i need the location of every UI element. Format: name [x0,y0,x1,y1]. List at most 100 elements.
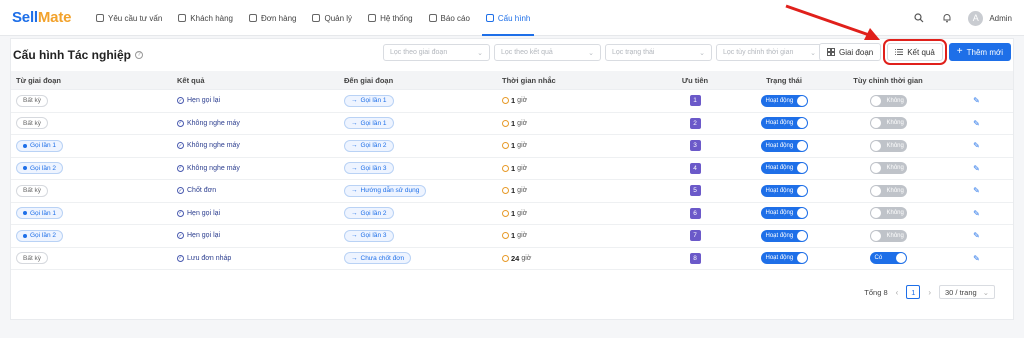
nav-item-5[interactable]: Báo cáo [421,0,478,36]
status-filter-select[interactable]: Lọc trạng thái ⌄ [605,44,712,61]
prev-page-icon[interactable]: ‹ [896,288,899,297]
gear-icon [368,14,377,22]
to-stage-cell: → Hướng dẫn sử dụng [340,180,498,202]
stage-button[interactable]: Giai đoạn [818,43,882,61]
search-icon[interactable] [912,11,926,25]
to-stage-cell: → Gọi lần 2 [340,135,498,157]
status-toggle[interactable]: Hoạt động [760,207,808,220]
to-stage-cell: → Gọi lần 1 [340,90,498,112]
from-stage-cell: Bất kỳ [11,90,173,112]
custom-time-cell: Không [836,113,940,135]
custom-time-toggle[interactable]: Không [869,207,907,220]
status-toggle[interactable]: Hoạt động [760,252,808,265]
edit-icon[interactable]: ✎ [973,96,980,105]
bell-icon[interactable] [940,11,954,25]
stage-filter-select[interactable]: Lọc theo giai đoạn ⌄ [383,44,490,61]
arrow-right-icon: → [351,254,358,262]
from-stage-cell: Gọi lần 1 [11,135,173,157]
page-number[interactable]: 1 [906,285,921,299]
status-toggle[interactable]: Hoạt động [760,229,808,242]
nav-item-6[interactable]: Cấu hình [478,0,538,36]
from-stage-tag: Bất kỳ [16,184,49,197]
from-stage-cell: Gọi lần 2 [11,158,173,180]
reminder-time-cell: 1 giờ [498,225,658,247]
status-toggle[interactable]: Hoạt động [760,162,808,175]
status-toggle[interactable]: Hoạt động [760,117,808,130]
table-row: Bất kỳ ✓ Lưu đơn nháp → Chưa chốt đơn 24 giờ 8 H… [11,248,1013,270]
custom-time-toggle[interactable]: Không [869,94,907,107]
chevron-down-icon: ⌄ [810,49,816,57]
status-cell: Hoạt động [732,135,836,157]
result-cell: ✓ Không nghe máy [173,113,340,135]
nav-item-4[interactable]: Hệ thống [360,0,420,36]
nav-item-3[interactable]: Quản lý [304,0,360,36]
main-nav: Yêu cầu tư vấn Khách hàng Đơn hàng Quản lý H… [88,0,538,36]
app-logo[interactable]: SellMate [12,9,71,26]
chevron-down-icon: ⌄ [699,49,705,57]
custom-time-filter-select[interactable]: Lọc tùy chỉnh thời gian ⌄ [716,44,823,61]
page-size-select[interactable]: 30 / trang ⌄ [939,285,995,299]
status-cell: Hoạt động [732,90,836,112]
nav-item-label: Khách hàng [190,13,233,23]
plus-icon: + [956,46,963,57]
next-page-icon[interactable]: › [928,288,931,297]
nav-item-0[interactable]: Yêu cầu tư vấn [88,0,170,36]
priority-cell: 1 [658,90,732,112]
result-button[interactable]: Kết quả [883,39,947,65]
pagination: Tổng 8 ‹ 1 › 30 / trang ⌄ [864,285,995,299]
arrow-right-icon: → [351,97,358,105]
status-toggle[interactable]: Hoạt động [760,139,808,152]
nav-item-label: Yêu cầu tư vấn [108,13,163,23]
status-cell: Hoạt động [732,113,836,135]
check-circle-icon: ✓ [177,119,184,127]
edit-icon[interactable]: ✎ [973,164,980,173]
custom-time-toggle[interactable]: Không [869,162,907,175]
check-circle-icon: ✓ [177,164,184,172]
priority-badge: 2 [689,117,701,129]
result-cell: ✓ Hẹn gọi lại [173,203,340,225]
nav-item-1[interactable]: Khách hàng [170,0,241,36]
edit-icon[interactable]: ✎ [973,141,980,150]
edit-icon[interactable]: ✎ [973,119,980,128]
user-name[interactable]: Admin [989,14,1012,23]
custom-time-cell: Không [836,225,940,247]
edit-icon[interactable]: ✎ [973,231,980,240]
to-stage-tag: → Gọi lần 2 [344,207,394,220]
actions-cell: ✎ [940,158,1013,180]
table-row: Bất kỳ ✓ Hẹn gọi lại → Gọi lần 1 1 giờ 1 Hoạt độ… [11,90,1013,113]
edit-icon[interactable]: ✎ [973,186,980,195]
reminder-time-cell: 24 giờ [498,248,658,270]
custom-time-toggle[interactable]: Có [869,252,907,265]
chevron-down-icon: ⌄ [982,287,989,297]
to-stage-tag: → Gọi lần 3 [344,162,394,175]
result-cell: ✓ Lưu đơn nháp [173,248,340,270]
column-header: Từ giai đoạn [16,75,62,85]
nav-item-label: Báo cáo [440,13,470,23]
edit-icon[interactable]: ✎ [973,209,980,218]
from-stage-tag: Gọi lần 1 [16,139,64,152]
custom-time-toggle[interactable]: Không [869,184,907,197]
result-cell: ✓ Hẹn gọi lại [173,225,340,247]
edit-icon[interactable]: ✎ [973,254,980,263]
custom-time-toggle[interactable]: Không [869,229,907,242]
status-cell: Hoạt động [732,180,836,202]
avatar[interactable]: A [968,10,984,26]
custom-time-toggle[interactable]: Không [869,117,907,130]
to-stage-cell: → Gọi lần 2 [340,203,498,225]
from-stage-cell: Gọi lần 2 [11,225,173,247]
priority-badge: 4 [689,162,701,174]
result-filter-select[interactable]: Lọc theo kết quả ⌄ [494,44,601,61]
column-header-actions [940,71,1013,89]
add-new-button[interactable]: + Thêm mới [948,43,1011,61]
custom-time-toggle[interactable]: Không [869,139,907,152]
from-stage-tag: Gọi lần 2 [16,162,64,175]
nav-item-2[interactable]: Đơn hàng [241,0,305,36]
status-toggle[interactable]: Hoạt động [760,94,808,107]
check-circle-icon: ✓ [177,142,184,150]
arrow-right-icon: → [351,187,358,195]
reminder-time-cell: 1 giờ [498,135,658,157]
custom-time-cell: Không [836,180,940,202]
help-icon[interactable]: ? [135,51,144,59]
to-stage-tag: → Gọi lần 2 [344,139,394,152]
status-toggle[interactable]: Hoạt động [760,184,808,197]
